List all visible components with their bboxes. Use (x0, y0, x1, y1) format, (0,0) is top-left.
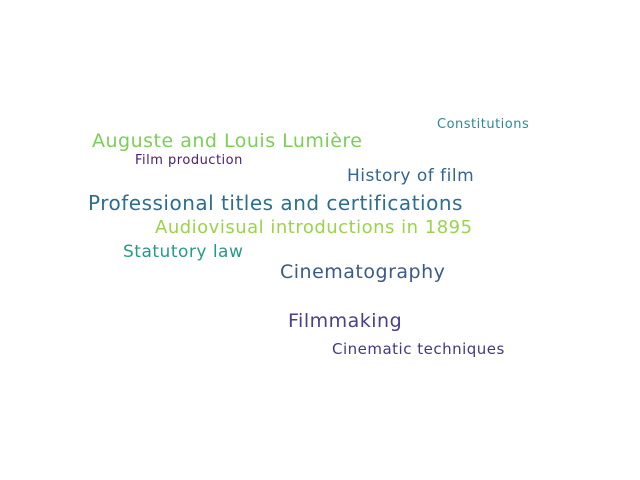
word-statutory-law: Statutory law (123, 242, 244, 262)
word-cinematography: Cinematography (280, 261, 446, 283)
word-lumiere-brothers: Auguste and Louis Lumière (92, 130, 363, 152)
word-professional-titles: Professional titles and certifications (88, 191, 463, 215)
word-cloud: Professional titles and certifications A… (0, 0, 640, 480)
word-filmmaking: Filmmaking (288, 310, 403, 332)
word-cinematic-techniques: Cinematic techniques (332, 340, 505, 358)
word-audiovisual-introductions: Audiovisual introductions in 1895 (155, 217, 473, 238)
word-history-of-film: History of film (347, 166, 475, 186)
word-film-production: Film production (135, 153, 243, 168)
word-constitutions: Constitutions (437, 117, 530, 132)
